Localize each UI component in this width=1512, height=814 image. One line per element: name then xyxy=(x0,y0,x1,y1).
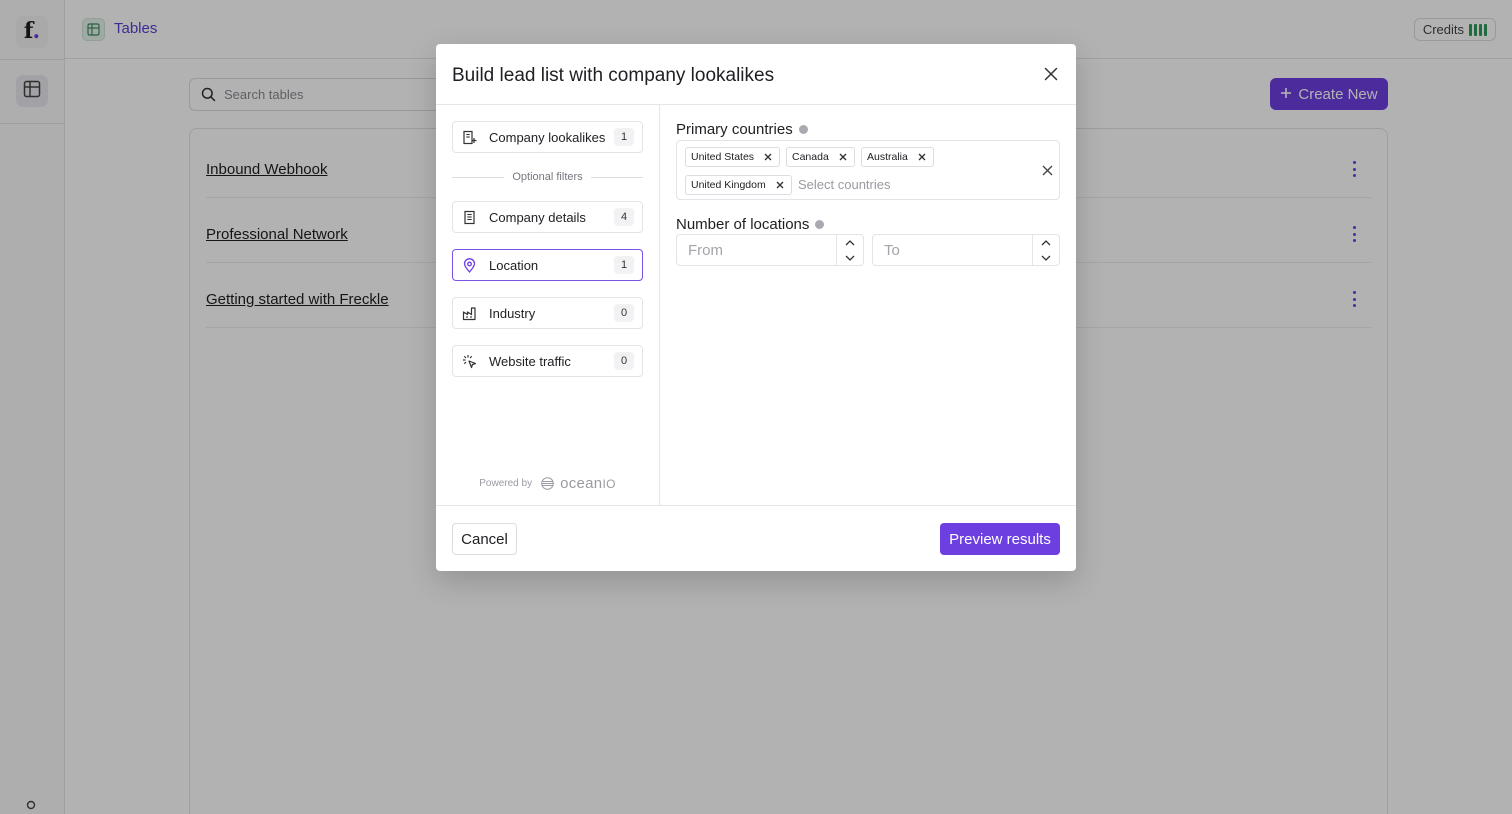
clear-all-icon[interactable] xyxy=(1041,164,1054,177)
filter-label: Company details xyxy=(489,209,586,225)
filter-website-traffic[interactable]: Website traffic 0 xyxy=(452,345,643,377)
locations-from-field xyxy=(676,234,864,266)
preview-results-button[interactable]: Preview results xyxy=(940,523,1060,555)
filter-count-badge: 1 xyxy=(614,128,634,146)
remove-chip-icon[interactable] xyxy=(917,152,927,162)
country-search-input[interactable] xyxy=(798,176,998,192)
remove-chip-icon[interactable] xyxy=(763,152,773,162)
optional-filters-divider: Optional filters xyxy=(452,170,643,184)
filter-company-lookalikes[interactable]: Company lookalikes 1 xyxy=(452,121,643,153)
powered-by: Powered by oceanIO xyxy=(452,475,643,492)
chevron-down-icon[interactable] xyxy=(837,250,863,265)
divider xyxy=(659,105,660,505)
divider xyxy=(436,104,1076,105)
filter-label: Location xyxy=(489,257,539,273)
country-chip: Canada xyxy=(786,147,855,167)
quantity-stepper xyxy=(1032,235,1059,265)
powered-by-label: Powered by xyxy=(479,478,533,489)
filter-count-badge: 4 xyxy=(614,208,634,226)
locations-to-field xyxy=(872,234,1060,266)
remove-chip-icon[interactable] xyxy=(775,180,785,190)
filter-company-details[interactable]: Company details 4 xyxy=(452,201,643,233)
filter-label: Industry xyxy=(489,305,536,321)
chevron-down-icon[interactable] xyxy=(1033,250,1059,265)
lookalikes-modal: Build lead list with company lookalikes … xyxy=(436,44,1076,571)
remove-chip-icon[interactable] xyxy=(838,152,848,162)
map-pin-icon xyxy=(461,257,477,273)
filter-label: Website traffic xyxy=(489,353,571,369)
divider xyxy=(436,505,1076,506)
locations-from-input[interactable] xyxy=(677,235,837,265)
sparkle-cursor-icon xyxy=(461,353,477,369)
modal-title: Build lead list with company lookalikes xyxy=(452,65,775,86)
chevron-up-icon[interactable] xyxy=(837,235,863,250)
cancel-button[interactable]: Cancel xyxy=(452,523,517,555)
close-icon[interactable] xyxy=(1042,65,1060,83)
building-plus-icon xyxy=(461,129,477,145)
optional-filters-label: Optional filters xyxy=(512,171,583,183)
countries-multiselect[interactable]: United States Canada Australia United Ki… xyxy=(676,140,1060,200)
info-icon[interactable] xyxy=(815,220,825,229)
number-of-locations-label: Number of locations xyxy=(676,216,825,233)
info-icon[interactable] xyxy=(798,125,808,134)
country-chip: United Kingdom xyxy=(685,175,792,195)
filter-location[interactable]: Location 1 xyxy=(452,249,643,281)
chevron-up-icon[interactable] xyxy=(1033,235,1059,250)
filter-label: Company lookalikes xyxy=(489,129,606,145)
filter-industry[interactable]: Industry 0 xyxy=(452,297,643,329)
primary-countries-label: Primary countries xyxy=(676,121,808,138)
filter-count-badge: 0 xyxy=(614,352,634,370)
country-chip: Australia xyxy=(861,147,934,167)
quantity-stepper xyxy=(836,235,863,265)
country-chip: United States xyxy=(685,147,781,167)
building-icon xyxy=(461,209,477,225)
ocean-io-logo: oceanIO xyxy=(540,475,616,492)
factory-icon xyxy=(461,305,477,321)
filter-count-badge: 0 xyxy=(614,304,634,322)
locations-to-input[interactable] xyxy=(873,235,1033,265)
filter-count-badge: 1 xyxy=(614,256,634,274)
